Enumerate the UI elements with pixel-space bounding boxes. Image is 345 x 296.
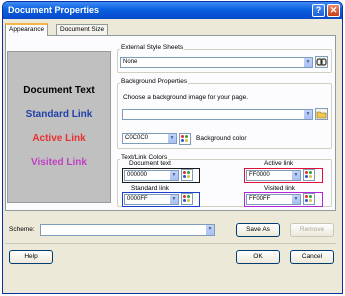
preview-active-link: Active Link: [32, 133, 86, 144]
chevron-down-icon[interactable]: ▼: [303, 58, 312, 67]
chevron-down-icon[interactable]: ▼: [303, 110, 312, 119]
link-style-sheet-button[interactable]: [315, 56, 328, 68]
save-as-button[interactable]: Save As: [236, 223, 280, 237]
visited-link-color-value: FF00FF: [249, 196, 271, 202]
background-image-prompt: Choose a background image for your page.: [123, 94, 249, 101]
close-button[interactable]: ✕: [327, 4, 340, 17]
ok-button[interactable]: OK: [236, 250, 280, 264]
browse-image-button[interactable]: [315, 108, 328, 120]
color-preview-pane: Document Text Standard Link Active Link …: [7, 51, 111, 203]
document-text-color-select[interactable]: 000000 ▼: [124, 170, 179, 181]
active-link-palette-button[interactable]: [303, 169, 315, 181]
help-button[interactable]: Help: [9, 250, 53, 264]
chevron-down-icon[interactable]: ▼: [167, 134, 176, 143]
divider: [5, 243, 336, 244]
active-link-color-select[interactable]: FF0000 ▼: [246, 170, 301, 181]
window-title: Document Properties: [8, 5, 100, 15]
background-color-label: Background color: [196, 135, 247, 142]
chevron-down-icon[interactable]: ▼: [291, 195, 300, 204]
background-color-value: C0C0C0: [125, 135, 149, 141]
preview-document-text: Document Text: [23, 85, 95, 96]
chevron-down-icon[interactable]: ▼: [169, 195, 178, 204]
active-link-label: Active link: [264, 160, 294, 167]
standard-link-palette-button[interactable]: [181, 193, 193, 205]
standard-link-label: Standard link: [131, 185, 169, 192]
background-image-select[interactable]: ▼: [122, 109, 313, 120]
chevron-down-icon[interactable]: ▼: [205, 225, 214, 235]
cancel-button[interactable]: Cancel: [290, 250, 334, 264]
active-link-color-value: FF0000: [249, 172, 270, 178]
style-sheet-select[interactable]: None ▼: [120, 57, 313, 68]
remove-button[interactable]: Remove: [290, 223, 334, 237]
standard-link-color-value: 0000FF: [127, 196, 148, 202]
tab-appearance[interactable]: Appearance: [5, 23, 49, 36]
document-text-label: Document text: [129, 160, 171, 167]
visited-link-palette-button[interactable]: [303, 193, 315, 205]
document-text-palette-button[interactable]: [181, 169, 193, 181]
scheme-select[interactable]: ▼: [40, 224, 215, 236]
preview-visited-link: Visited Link: [31, 157, 87, 168]
scheme-label: Scheme:: [9, 226, 35, 233]
chain-link-icon: [316, 58, 327, 66]
style-sheet-value: None: [123, 59, 138, 65]
folder-open-icon: [316, 111, 327, 119]
background-color-palette-button[interactable]: [179, 133, 191, 145]
help-title-button[interactable]: ?: [312, 4, 325, 17]
visited-link-label: Visited link: [264, 185, 295, 192]
background-properties-label: Background Properties: [120, 78, 189, 85]
title-bar: Document Properties ? ✕: [3, 2, 342, 19]
chevron-down-icon[interactable]: ▼: [169, 171, 178, 180]
visited-link-color-select[interactable]: FF00FF ▼: [246, 194, 301, 205]
preview-standard-link: Standard Link: [25, 109, 93, 120]
chevron-down-icon[interactable]: ▼: [291, 171, 300, 180]
external-style-sheets-label: External Style Sheets: [120, 44, 185, 51]
tab-document-size[interactable]: Document Size: [56, 24, 109, 35]
standard-link-color-select[interactable]: 0000FF ▼: [124, 194, 179, 205]
document-text-color-value: 000000: [127, 172, 148, 178]
background-color-select[interactable]: C0C0C0 ▼: [122, 133, 177, 144]
